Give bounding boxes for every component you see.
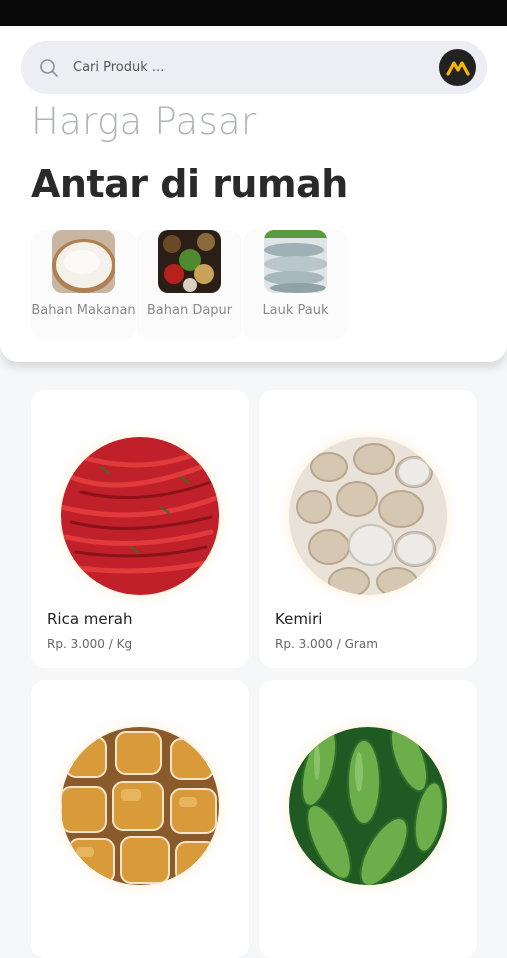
status-bar xyxy=(0,0,507,26)
product-name: Rica merah xyxy=(47,610,133,628)
category-label: Bahan Makanan xyxy=(31,303,136,318)
app-logo[interactable] xyxy=(439,49,476,86)
fish-image xyxy=(264,230,327,293)
cooking-oil-image xyxy=(61,727,219,885)
category-bahan-dapur[interactable]: Bahan Dapur xyxy=(137,230,242,340)
search-input[interactable] xyxy=(73,41,413,94)
product-price: Rp. 3.000 / Gram xyxy=(275,637,378,651)
product-card[interactable]: Rica merah Rp. 3.000 / Kg xyxy=(31,390,249,668)
product-price: Rp. 3.000 / Kg xyxy=(47,637,133,651)
spices-image xyxy=(158,230,221,293)
product-card[interactable]: Kemiri Rp. 3.000 / Gram xyxy=(259,390,477,668)
red-chili-image xyxy=(61,437,219,595)
category-label: Bahan Dapur xyxy=(146,303,233,318)
page-title: Antar di rumah xyxy=(31,162,348,206)
page-subtitle: Harga Pasar xyxy=(31,100,257,143)
header-card: Harga Pasar Antar di rumah Bahan Makanan xyxy=(0,26,507,362)
cucumber-image xyxy=(289,727,447,885)
rice-image xyxy=(52,230,115,293)
search-bar[interactable] xyxy=(21,41,487,94)
search-icon xyxy=(40,59,58,77)
logo-m-icon xyxy=(445,60,470,76)
category-lauk-pauk[interactable]: Lauk Pauk xyxy=(243,230,348,340)
product-card[interactable] xyxy=(259,680,477,958)
product-card[interactable] xyxy=(31,680,249,958)
candlenut-image xyxy=(289,437,447,595)
product-name: Kemiri xyxy=(275,610,323,628)
category-bahan-makanan[interactable]: Bahan Makanan xyxy=(31,230,136,340)
category-label: Lauk Pauk xyxy=(262,303,329,318)
